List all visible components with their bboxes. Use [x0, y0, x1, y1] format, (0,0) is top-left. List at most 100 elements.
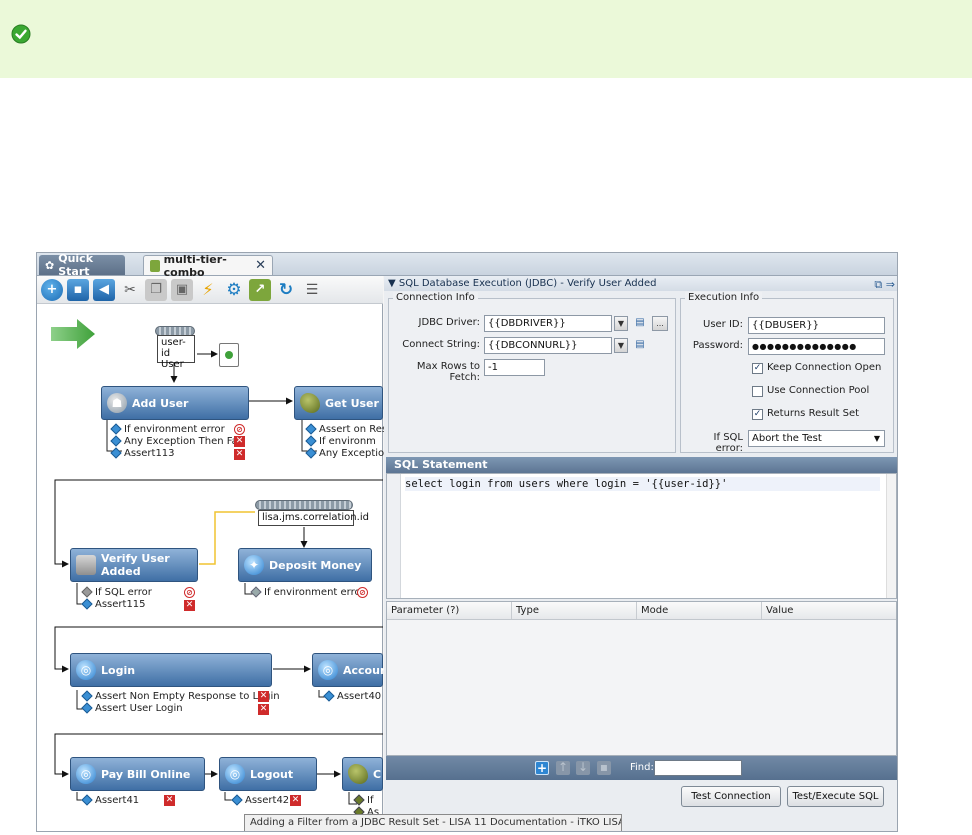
stop-icon[interactable]: ⊘ — [357, 587, 368, 598]
test-execute-sql-button[interactable]: Test/Execute SQL — [787, 786, 884, 807]
assertion-row[interactable]: Any Exception Then Fail — [110, 435, 243, 448]
keep-connection-open-label: Keep Connection Open — [767, 362, 882, 373]
document-icon — [219, 343, 239, 367]
keep-connection-open-checkbox[interactable]: ✓ — [752, 363, 763, 374]
jdbc-driver-dropdown[interactable]: ▼ — [614, 316, 628, 331]
user-id-field[interactable]: {{DBUSER}} — [748, 317, 885, 334]
delete-parameter-icon[interactable]: ▪ — [597, 761, 611, 775]
fail-icon[interactable]: ✕ — [234, 436, 245, 447]
configure-icon[interactable]: ⚙ — [223, 279, 245, 301]
assertion-row[interactable]: Assert on Res — [305, 423, 387, 436]
move-down-icon[interactable]: ↓ — [576, 761, 590, 775]
fail-icon[interactable]: ✕ — [164, 795, 175, 806]
if-sql-error-value: Abort the Test — [752, 433, 822, 444]
stop-icon[interactable]: ⊘ — [234, 424, 245, 435]
assertion-row[interactable]: Assert42 — [231, 794, 289, 807]
column-header-value[interactable]: Value — [762, 602, 896, 619]
outline-icon[interactable]: ☰ — [301, 279, 323, 301]
workflow-canvas: user-id User ☗ Add User If environment e… — [37, 304, 391, 831]
test-connection-button[interactable]: Test Connection — [681, 786, 781, 807]
assertion-icon — [81, 702, 93, 714]
step-label: Logout — [250, 767, 294, 781]
assertion-row[interactable]: Any Exception — [305, 447, 391, 460]
tab-label: Quick Start — [58, 252, 94, 278]
sql-scrollbar[interactable] — [886, 474, 896, 598]
connect-string-field[interactable]: {{DBCONNURL}} — [484, 337, 612, 354]
assertion-row[interactable]: Assert115 — [81, 598, 146, 611]
column-header-mode[interactable]: Mode — [637, 602, 762, 619]
test-case-icon — [150, 259, 160, 272]
column-header-parameter[interactable]: Parameter (?) — [387, 602, 512, 619]
delete-icon[interactable]: ▪ — [67, 278, 89, 301]
assertion-row[interactable]: Assert113 — [110, 447, 175, 460]
export-icon[interactable]: ↗ — [249, 278, 271, 301]
assertion-icon — [81, 598, 93, 610]
assertion-icon — [305, 435, 317, 447]
property-box-correlation[interactable]: lisa.jms.correlation.id — [258, 510, 369, 526]
find-input[interactable] — [654, 760, 742, 776]
run-icon[interactable]: ↻ — [275, 279, 297, 301]
fail-icon[interactable]: ✕ — [234, 449, 245, 460]
column-header-type[interactable]: Type — [512, 602, 637, 619]
step-get-user[interactable]: Get User — [294, 386, 383, 420]
assertion-row[interactable]: If environment error — [250, 586, 365, 599]
assertion-icon — [110, 423, 122, 435]
java-bean-icon — [300, 393, 320, 413]
max-rows-field[interactable]: -1 — [484, 359, 545, 376]
jdbc-driver-field[interactable]: {{DBDRIVER}} — [484, 315, 612, 332]
fail-icon[interactable]: ✕ — [258, 691, 269, 702]
tab-multi-tier-combo[interactable]: multi-tier-combo ✕ — [143, 253, 273, 279]
assertion-row[interactable]: Assert User Login — [81, 702, 183, 715]
returns-result-set-label: Returns Result Set — [767, 408, 860, 419]
assertion-row[interactable]: Assert Non Empty Response to Login — [81, 690, 280, 703]
sql-editor[interactable]: select login from users where login = '{… — [386, 473, 897, 599]
workflow-toolbar: + ▪ ◀ ✂ ❐ ▣ ⚡ ⚙ ↗ ↻ ☰ — [37, 276, 383, 304]
if-sql-error-select[interactable]: Abort the Test ▼ — [748, 430, 885, 447]
fail-icon[interactable]: ✕ — [290, 795, 301, 806]
copy-icon[interactable]: ❐ — [145, 278, 167, 301]
fail-icon[interactable]: ✕ — [184, 600, 195, 611]
assertion-row[interactable]: If environm — [305, 435, 376, 448]
stop-icon[interactable]: ⊘ — [184, 587, 195, 598]
detach-icon[interactable]: ⧉ ⇒ — [874, 277, 895, 292]
step-login[interactable]: ◎ Login — [70, 653, 272, 687]
use-connection-pool-label: Use Connection Pool — [767, 385, 870, 396]
step-deposit-money[interactable]: ✦ Deposit Money — [238, 548, 372, 582]
copy-icon[interactable]: ▤ — [632, 337, 648, 353]
step-logout[interactable]: ◎ Logout — [219, 757, 317, 791]
returns-result-set-checkbox[interactable]: ✓ — [752, 409, 763, 420]
web-service-icon: ✦ — [244, 555, 264, 575]
stage-icon[interactable]: ⚡ — [197, 279, 219, 301]
collapse-icon[interactable]: ▼ — [388, 278, 396, 289]
step-verify-user-added[interactable]: Verify User Added — [70, 548, 198, 582]
assertion-row[interactable]: If — [353, 794, 373, 807]
assertion-row[interactable]: Assert40 — [323, 690, 381, 703]
property-box-user[interactable]: user-id User — [157, 335, 195, 370]
step-c[interactable]: C — [342, 757, 383, 791]
connect-string-dropdown[interactable]: ▼ — [614, 338, 628, 353]
copy-icon[interactable]: ▤ — [632, 315, 648, 331]
close-tab-icon[interactable]: ✕ — [255, 258, 266, 273]
assertion-row[interactable]: If environment error — [110, 423, 225, 436]
fail-icon[interactable]: ✕ — [258, 704, 269, 715]
connect-string-label: Connect String: — [402, 339, 480, 350]
lisa-workstation-screenshot: ✿ Quick Start multi-tier-combo ✕ + ▪ ◀ ✂… — [36, 252, 898, 832]
browse-button[interactable]: ... — [652, 316, 668, 331]
add-parameter-icon[interactable]: + — [535, 761, 549, 775]
step-pay-bill-online[interactable]: ◎ Pay Bill Online — [70, 757, 205, 791]
assertion-row[interactable]: If SQL error — [81, 586, 152, 599]
sql-gutter — [387, 474, 401, 598]
move-up-icon[interactable]: ↑ — [556, 761, 570, 775]
assertion-row[interactable]: Assert41 — [81, 794, 139, 807]
sql-text[interactable]: select login from users where login = '{… — [405, 477, 880, 491]
add-step-icon[interactable]: + — [41, 278, 63, 301]
paste-icon[interactable]: ▣ — [171, 278, 193, 301]
step-account[interactable]: ◎ Accoun — [312, 653, 388, 687]
java-bean-icon — [348, 764, 368, 784]
cut-icon[interactable]: ✂ — [119, 279, 141, 301]
tab-quick-start[interactable]: ✿ Quick Start — [39, 252, 125, 278]
password-field[interactable]: ●●●●●●●●●●●●●● — [748, 338, 885, 355]
use-connection-pool-checkbox[interactable] — [752, 386, 763, 397]
step-add-user[interactable]: ☗ Add User — [101, 386, 249, 420]
back-icon[interactable]: ◀ — [93, 278, 115, 301]
